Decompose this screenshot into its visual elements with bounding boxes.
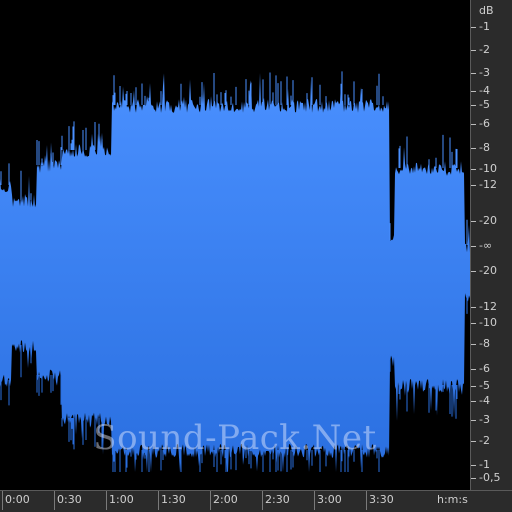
time-label: 1:00 xyxy=(109,493,134,506)
db-tick-mark xyxy=(471,344,476,345)
waveform-display[interactable] xyxy=(0,0,470,490)
db-tick-label: -20 xyxy=(479,264,497,277)
db-tick-mark xyxy=(471,478,476,479)
db-tick-mark xyxy=(471,27,476,28)
db-tick-mark xyxy=(471,369,476,370)
waveform-editor: Sound-Pack.Net dB -1 -2 -3 -4 -5 -6 -8 -10 -12 -2… xyxy=(0,0,512,512)
time-tick xyxy=(106,491,107,510)
db-tick-mark xyxy=(471,73,476,74)
db-tick-mark xyxy=(471,441,476,442)
db-tick-mark xyxy=(471,169,476,170)
db-tick-mark xyxy=(471,386,476,387)
time-label: 0:30 xyxy=(57,493,82,506)
db-tick-label: -20 xyxy=(479,214,497,227)
time-tick xyxy=(366,491,367,510)
db-tick-label: -6 xyxy=(479,117,490,130)
db-tick-label: -3 xyxy=(479,413,490,426)
db-tick-mark xyxy=(471,246,476,247)
db-tick-mark xyxy=(471,124,476,125)
db-tick-label: -1 xyxy=(479,458,490,471)
db-tick-label: -8 xyxy=(479,337,490,350)
db-tick-label: -12 xyxy=(479,178,497,191)
db-tick-label: -10 xyxy=(479,162,497,175)
db-tick-label: -5 xyxy=(479,98,490,111)
db-tick-label: -3 xyxy=(479,66,490,79)
db-tick-label: -2 xyxy=(479,43,490,56)
db-tick-label: -1 xyxy=(479,20,490,33)
db-tick-mark xyxy=(471,323,476,324)
db-tick-label: -∞ xyxy=(479,239,493,252)
db-unit-label: dB xyxy=(479,4,494,17)
time-tick xyxy=(262,491,263,510)
time-label: 1:30 xyxy=(161,493,186,506)
waveform-envelope xyxy=(0,72,470,473)
db-tick-mark xyxy=(471,185,476,186)
time-tick xyxy=(210,491,211,510)
db-tick-label: -4 xyxy=(479,394,490,407)
db-tick-mark xyxy=(471,148,476,149)
db-tick-label: -8 xyxy=(479,141,490,154)
db-tick-label: -2 xyxy=(479,434,490,447)
db-tick-mark xyxy=(471,271,476,272)
db-tick-label: -0,5 xyxy=(479,471,501,484)
db-tick-label: -12 xyxy=(479,300,497,313)
time-tick xyxy=(158,491,159,510)
waveform-graphic xyxy=(0,71,470,473)
time-label: 0:00 xyxy=(5,493,30,506)
db-tick-label: -6 xyxy=(479,362,490,375)
db-tick-mark xyxy=(471,91,476,92)
time-label: 2:00 xyxy=(213,493,238,506)
time-label: 3:30 xyxy=(369,493,394,506)
db-tick-label: -10 xyxy=(479,316,497,329)
db-tick-mark xyxy=(471,221,476,222)
time-tick xyxy=(54,491,55,510)
db-tick-mark xyxy=(471,420,476,421)
db-tick-mark xyxy=(471,105,476,106)
db-tick-label: -5 xyxy=(479,379,490,392)
time-ruler: h:m:s 0:00 0:30 1:00 1:30 2:00 2:30 3:00 3:30 xyxy=(0,490,512,512)
db-tick-mark xyxy=(471,307,476,308)
db-tick-label: -4 xyxy=(479,84,490,97)
time-label: 2:30 xyxy=(265,493,290,506)
db-tick-mark xyxy=(471,465,476,466)
time-tick xyxy=(2,491,3,510)
time-unit-label: h:m:s xyxy=(437,493,468,506)
db-tick-mark xyxy=(471,50,476,51)
db-scale-ruler: dB -1 -2 -3 -4 -5 -6 -8 -10 -12 -20 -∞ -20 -12 -10 -8-… xyxy=(470,0,512,490)
time-tick xyxy=(314,491,315,510)
db-tick-mark xyxy=(471,401,476,402)
time-label: 3:00 xyxy=(317,493,342,506)
